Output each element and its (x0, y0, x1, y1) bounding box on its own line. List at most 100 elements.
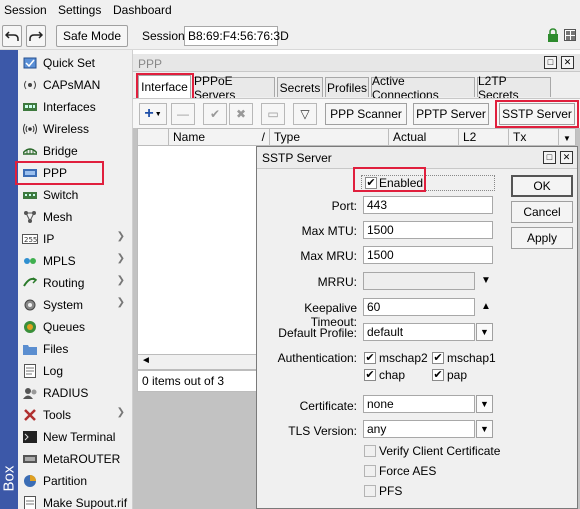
column-l2-mtu[interactable]: L2 MTU (458, 129, 508, 158)
menu-session[interactable]: Session (4, 3, 47, 17)
system-icon (22, 298, 38, 312)
safe-mode-button[interactable]: Safe Mode (56, 25, 128, 47)
sidebar-item-mpls[interactable]: MPLS ❯ (18, 250, 133, 272)
sidebar-item-tools[interactable]: Tools ❯ (18, 404, 133, 426)
certificate-select[interactable]: none (363, 395, 475, 413)
certificate-label: Certificate: (299, 399, 357, 413)
verify-client-certificate-label: Verify Client Certificate (379, 444, 501, 458)
sidebar-item-label: Partition (43, 474, 88, 488)
collapse-up-icon[interactable]: ▲ (481, 301, 491, 312)
maximize-button[interactable]: □ (543, 151, 556, 164)
pfs-label: PFS (379, 484, 403, 498)
sidebar-item-routing[interactable]: Routing ❯ (18, 272, 133, 294)
add-button[interactable]: + ▼ (139, 103, 167, 125)
force-aes-label: Force AES (379, 464, 437, 478)
remove-button[interactable]: — (171, 103, 195, 125)
files-icon (22, 342, 38, 356)
column-tx[interactable]: Tx (508, 129, 558, 146)
sidebar-item-quick-set[interactable]: Quick Set (18, 52, 133, 74)
sidebar-item-metarouter[interactable]: MetaROUTER (18, 448, 133, 470)
column-actual-mtu[interactable]: Actual MTU (388, 129, 458, 158)
tab-secrets[interactable]: Secrets (277, 77, 323, 97)
lock-icon (548, 28, 558, 42)
tab-profiles[interactable]: Profiles (325, 77, 369, 97)
ppp-scanner-button[interactable]: PPP Scanner (325, 103, 407, 125)
sidebar-item-queues[interactable]: Queues (18, 316, 133, 338)
horizontal-scrollbar[interactable]: ◄ (137, 354, 262, 370)
sidebar-item-switch[interactable]: Switch (18, 184, 133, 206)
sidebar-item-make-supout[interactable]: Make Supout.rif (18, 492, 133, 509)
column-type[interactable]: Type (269, 129, 388, 146)
sidebar-item-label: MPLS (43, 254, 76, 268)
sidebar-item-radius[interactable]: RADIUS (18, 382, 133, 404)
max-mtu-field[interactable]: 1500 (363, 221, 493, 239)
ok-button[interactable]: OK (511, 175, 573, 197)
columns-dropdown[interactable]: ▼ (558, 129, 576, 146)
ppp-toolbar: + ▼ — ✔ ✖ ▭ ▽ PPP Scanner PPTP Server SST… (133, 98, 580, 128)
session-field: B8:69:F4:56:76:3D (184, 26, 289, 46)
mrru-field[interactable] (363, 272, 475, 290)
redo-icon (29, 31, 43, 41)
max-mru-field[interactable]: 1500 (363, 246, 493, 264)
redo-button[interactable] (26, 25, 46, 47)
mschap2-checkbox[interactable]: ✔ (364, 352, 376, 364)
sidebar-item-log[interactable]: Log (18, 360, 133, 382)
sidebar-item-mesh[interactable]: Mesh (18, 206, 133, 228)
sstp-dialog-title: SSTP Server (262, 151, 332, 165)
keepalive-timeout-field[interactable]: 60 (363, 298, 475, 316)
max-mtu-label: Max MTU: (301, 224, 357, 238)
force-aes-checkbox[interactable] (364, 465, 376, 477)
sidebar-item-bridge[interactable]: Bridge (18, 140, 133, 162)
filter-button[interactable]: ▽ (293, 103, 317, 125)
apply-button[interactable]: Apply (511, 227, 573, 249)
menu-dashboard[interactable]: Dashboard (113, 3, 172, 17)
undo-button[interactable] (2, 25, 22, 47)
default-profile-select[interactable]: default (363, 323, 475, 341)
tls-version-select[interactable]: any (363, 420, 475, 438)
close-button[interactable]: ✕ (560, 151, 573, 164)
maximize-button[interactable]: □ (544, 56, 557, 69)
comment-icon: ▭ (267, 107, 279, 121)
tls-version-dropdown[interactable]: ▼ (476, 420, 493, 438)
pptp-server-button[interactable]: PPTP Server (413, 103, 489, 125)
port-label: Port: (331, 199, 357, 213)
certificate-dropdown[interactable]: ▼ (476, 395, 493, 413)
sidebar-item-label: IP (43, 232, 55, 246)
menu-settings[interactable]: Settings (58, 3, 101, 17)
tab-active-connections[interactable]: Active Connections (371, 74, 475, 102)
sidebar-item-partition[interactable]: Partition (18, 470, 133, 492)
chap-checkbox[interactable]: ✔ (364, 369, 376, 381)
enable-button[interactable]: ✔ (203, 103, 227, 125)
verify-client-certificate-checkbox[interactable] (364, 445, 376, 457)
pap-checkbox[interactable]: ✔ (432, 369, 444, 381)
mschap1-checkbox[interactable]: ✔ (432, 352, 444, 364)
sidebar-item-files[interactable]: Files (18, 338, 133, 360)
close-button[interactable]: ✕ (561, 56, 574, 69)
disable-button[interactable]: ✖ (229, 103, 253, 125)
interface-tab-highlight-box (136, 73, 194, 101)
supout-icon (22, 496, 38, 509)
expand-down-icon[interactable]: ▼ (481, 275, 491, 286)
sidebar-item-system[interactable]: System ❯ (18, 294, 133, 316)
default-profile-dropdown[interactable]: ▼ (476, 323, 493, 341)
minus-icon: — (177, 107, 189, 121)
column-selector[interactable] (138, 129, 168, 146)
pfs-checkbox[interactable] (364, 485, 376, 497)
cancel-button[interactable]: Cancel (511, 201, 573, 223)
comment-button[interactable]: ▭ (261, 103, 285, 125)
tab-pppoe-servers[interactable]: PPPoE Servers (193, 74, 275, 102)
sidebar-item-interfaces[interactable]: Interfaces (18, 96, 133, 118)
sidebar-item-capsman[interactable]: CAPsMAN (18, 74, 133, 96)
sidebar-item-label: Wireless (43, 122, 90, 136)
sidebar-item-new-terminal[interactable]: New Terminal (18, 426, 133, 448)
sidebar-item-wireless[interactable]: Wireless (18, 118, 133, 140)
tab-l2tp-secrets[interactable]: L2TP Secrets (477, 74, 551, 102)
close-icon: ✕ (563, 57, 572, 67)
column-name[interactable]: Name / (168, 129, 269, 146)
submenu-arrow-icon: ❯ (116, 297, 125, 308)
vertical-brand-label: Box (0, 465, 18, 492)
sidebar-item-label: Mesh (43, 210, 73, 224)
port-field[interactable]: 443 (363, 196, 493, 214)
partition-icon (22, 474, 38, 488)
sidebar-item-ip[interactable]: 255 IP ❯ (18, 228, 133, 250)
